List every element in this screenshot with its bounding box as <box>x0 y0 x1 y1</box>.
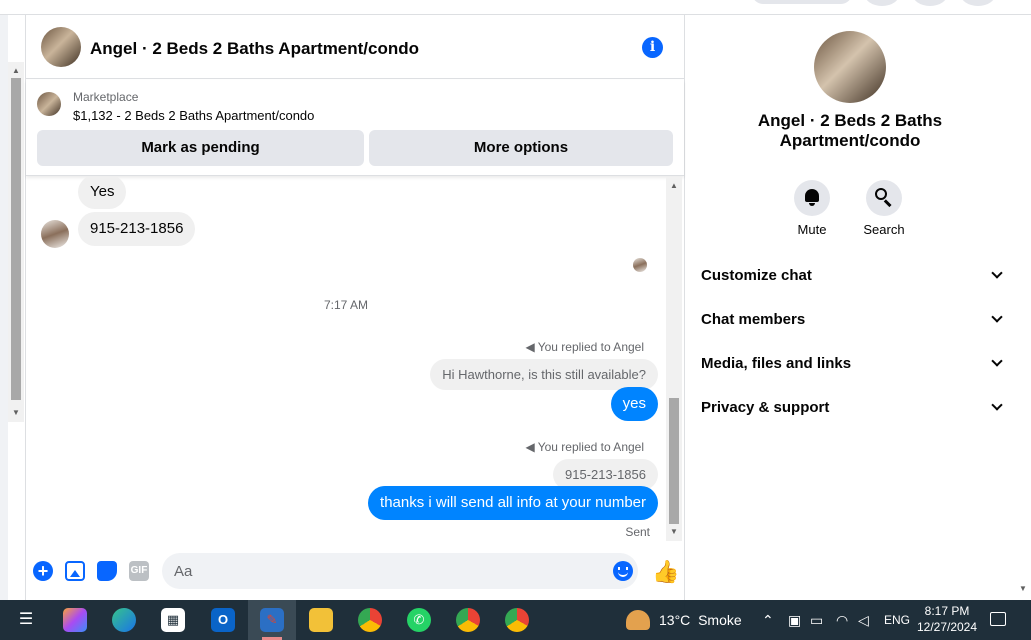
reply-icon: ◀ <box>525 340 535 354</box>
scroll-down-icon[interactable]: ▼ <box>12 408 20 417</box>
mark-as-pending-button[interactable]: Mark as pending <box>37 130 364 166</box>
chat-panel: Angel · 2 Beds 2 Baths Apartment/condo i… <box>25 15 685 600</box>
gif-icon[interactable]: GIF <box>129 561 149 581</box>
incoming-message[interactable]: 915-213-1856 <box>78 212 196 246</box>
top-search-pill[interactable] <box>752 0 852 4</box>
composer: + GIF 👍 <box>26 547 684 595</box>
edge-icon[interactable] <box>112 608 136 632</box>
sticker-icon[interactable] <box>97 561 117 581</box>
emoji-icon[interactable] <box>613 561 633 581</box>
whatsapp-icon[interactable]: ✆ <box>407 608 431 632</box>
weather-icon[interactable] <box>626 610 650 630</box>
replied-label: You replied to Angel <box>537 440 644 454</box>
chat-title[interactable]: Angel · 2 Beds 2 Baths Apartment/condo <box>90 39 419 59</box>
outlook-icon[interactable]: O <box>211 608 235 632</box>
battery-icon[interactable]: ▭ <box>810 612 823 629</box>
scroll-down-icon[interactable]: ▼ <box>1019 584 1027 593</box>
details-avatar[interactable] <box>814 31 886 103</box>
mute-label: Mute <box>797 222 827 237</box>
messages-scrollbar[interactable]: ▲ ▼ <box>666 177 682 541</box>
replied-indicator: ◀ You replied to Angel <box>525 440 644 454</box>
chrome-profile-icon[interactable] <box>505 608 529 632</box>
chevron-down-icon <box>991 399 1003 411</box>
top-header-strip <box>0 0 1031 15</box>
message-status: Sent <box>625 525 650 539</box>
clock-date: 12/27/2024 <box>916 620 978 634</box>
message-input[interactable] <box>162 553 638 589</box>
scrollbar-thumb[interactable] <box>669 398 679 524</box>
temperature: 13°C <box>659 612 691 628</box>
media-files-links-row[interactable]: Media, files and links <box>701 355 1003 379</box>
marketplace-banner: Marketplace $1,132 - 2 Beds 2 Baths Apar… <box>26 80 684 176</box>
search-icon[interactable] <box>866 180 902 216</box>
search-label: Search <box>863 222 905 237</box>
seen-avatar <box>633 258 647 272</box>
messenger-window: ▲ ▼ Angel · 2 Beds 2 Baths Apartment/con… <box>0 0 1031 640</box>
clock-time: 8:17 PM <box>924 604 970 618</box>
scroll-up-icon[interactable]: ▲ <box>12 66 20 75</box>
privacy-support-row[interactable]: Privacy & support <box>701 399 1003 423</box>
row-label: Media, files and links <box>701 355 852 372</box>
chat-avatar[interactable] <box>41 27 81 67</box>
timestamp: 7:17 AM <box>323 298 369 312</box>
chevron-down-icon <box>991 267 1003 279</box>
quoted-message[interactable]: Hi Hawthorne, is this still available? <box>430 359 658 390</box>
info-icon[interactable]: i <box>642 37 663 58</box>
scroll-down-icon[interactable]: ▼ <box>670 527 678 536</box>
task-view-icon[interactable]: ☰ <box>14 608 38 632</box>
row-label: Privacy & support <box>701 399 830 416</box>
reply-icon: ◀ <box>525 440 535 454</box>
photo-icon[interactable] <box>65 561 85 581</box>
notifications-button[interactable] <box>912 0 948 6</box>
sender-avatar[interactable] <box>41 220 69 248</box>
details-panel: Angel · 2 Beds 2 Baths Apartment/condo M… <box>686 15 1014 600</box>
clock[interactable]: 8:17 PM 12/27/2024 <box>912 603 982 635</box>
listing-thumbnail[interactable] <box>37 92 61 116</box>
app-icon[interactable]: ✎ <box>260 608 284 632</box>
menu-button[interactable] <box>864 0 900 6</box>
marketplace-label: Marketplace <box>73 90 139 104</box>
bell-icon[interactable] <box>794 180 830 216</box>
language-indicator[interactable]: ENG <box>884 613 910 627</box>
page-scrollbar[interactable]: ▼ <box>1015 15 1031 600</box>
account-button[interactable] <box>960 0 996 6</box>
weather-condition: Smoke <box>698 612 742 628</box>
details-title: Angel · 2 Beds 2 Baths Apartment/condo <box>757 111 943 150</box>
folder-icon[interactable] <box>309 608 333 632</box>
thumbs-up-icon[interactable]: 👍 <box>652 559 679 585</box>
replied-indicator: ◀ You replied to Angel <box>525 340 644 354</box>
listing-title[interactable]: $1,132 - 2 Beds 2 Baths Apartment/condo <box>73 108 314 123</box>
scrollbar-thumb[interactable] <box>11 78 21 400</box>
chat-members-row[interactable]: Chat members <box>701 311 1003 335</box>
outgoing-message[interactable]: thanks i will send all info at your numb… <box>368 486 658 520</box>
volume-icon[interactable]: ◁ <box>858 612 869 629</box>
store-icon[interactable]: ▦ <box>161 608 185 632</box>
wifi-icon[interactable]: ◠ <box>836 612 848 629</box>
chevron-down-icon <box>991 355 1003 367</box>
plus-icon[interactable]: + <box>33 561 53 581</box>
incoming-message[interactable]: Yes <box>78 177 127 209</box>
chrome-profile-icon[interactable] <box>456 608 480 632</box>
copilot-icon[interactable] <box>63 608 87 632</box>
replied-label: You replied to Angel <box>537 340 644 354</box>
row-label: Chat members <box>701 311 806 328</box>
notification-icon[interactable] <box>990 612 1006 626</box>
search-button[interactable]: Search <box>854 180 914 237</box>
chevron-up-icon[interactable]: ⌃ <box>762 612 774 629</box>
chat-header: Angel · 2 Beds 2 Baths Apartment/condo i <box>26 15 684 79</box>
windows-taskbar: ☰ ▦ O ✎ ✆ 13°C Smoke ⌃ ▣ ▭ ◠ ◁ ENG 8:17 … <box>0 600 1031 640</box>
weather-widget[interactable]: 13°C Smoke <box>659 612 742 628</box>
chevron-down-icon <box>991 311 1003 323</box>
more-options-button[interactable]: More options <box>369 130 673 166</box>
customize-chat-row[interactable]: Customize chat <box>701 267 1003 291</box>
left-scrollbar[interactable]: ▲ ▼ <box>8 62 24 422</box>
left-edge <box>0 15 8 600</box>
message-list: Yes 915-213-1856 7:17 AM ◀ You replied to… <box>26 177 684 542</box>
outgoing-message[interactable]: yes <box>610 387 658 421</box>
meet-icon[interactable]: ▣ <box>788 612 801 629</box>
scroll-up-icon[interactable]: ▲ <box>670 181 678 190</box>
row-label: Customize chat <box>701 267 812 284</box>
chrome-icon[interactable] <box>358 608 382 632</box>
mute-button[interactable]: Mute <box>782 180 842 237</box>
